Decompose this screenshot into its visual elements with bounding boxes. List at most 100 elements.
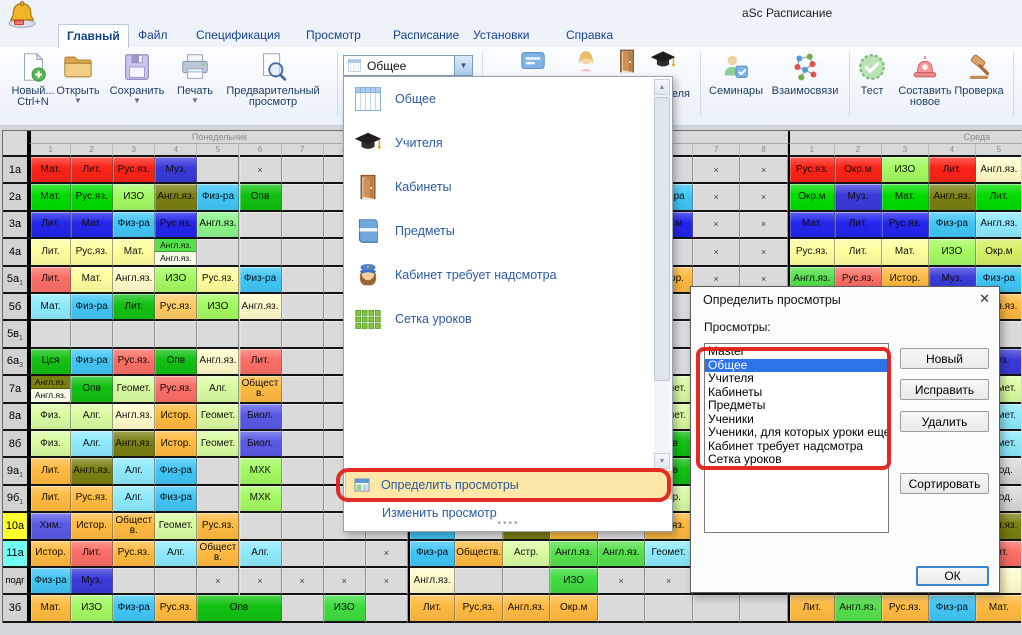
timetable-cell[interactable]: Рус.яз. — [71, 239, 113, 266]
menu-item-lessons-grid[interactable]: Сетка уроков — [345, 297, 656, 341]
timetable-cell[interactable]: Физ-ра — [71, 294, 113, 321]
row-label[interactable]: подг — [3, 568, 29, 595]
timetable-cell[interactable]: Рус.яз. — [71, 486, 113, 513]
timetable-cell[interactable] — [282, 157, 324, 184]
timetable-cell[interactable] — [155, 321, 197, 348]
row-label[interactable]: 3б — [3, 595, 29, 622]
timetable-cell[interactable]: × — [740, 157, 788, 184]
timetable-cell[interactable] — [197, 321, 239, 348]
timetable-cell[interactable]: Геомет. — [155, 513, 197, 540]
timetable-cell[interactable] — [282, 404, 324, 431]
timetable-cell[interactable]: Биол. — [240, 431, 282, 458]
timetable-cell[interactable]: Цся — [29, 349, 71, 376]
timetable-cell[interactable]: Лит. — [408, 595, 456, 622]
timetable-cell[interactable]: Рус.яз. — [882, 212, 929, 239]
timetable-cell[interactable]: Лит. — [71, 157, 113, 184]
timetable-cell[interactable]: Англ.яз. — [240, 294, 282, 321]
timetable-cell[interactable] — [197, 486, 239, 513]
timetable-cell[interactable]: Муз. — [835, 184, 882, 211]
timetable-cell[interactable] — [29, 321, 71, 348]
timetable-cell[interactable] — [282, 595, 324, 622]
timetable-cell[interactable] — [645, 595, 693, 622]
timetable-cell[interactable]: Мат. — [113, 239, 155, 266]
timetable-cell[interactable] — [197, 157, 239, 184]
timetable-cell[interactable]: Рус.яз. — [882, 595, 929, 622]
timetable-cell[interactable]: Физ-ра — [29, 568, 71, 595]
timetable-cell[interactable]: Физ-ра — [408, 541, 456, 568]
timetable-cell[interactable]: Муз. — [71, 568, 113, 595]
row-label[interactable]: 5в1 — [3, 321, 29, 348]
classes-card-icon[interactable] — [519, 47, 547, 75]
menu-item-supervisor-woman[interactable]: Кабинет требует надсмотра — [345, 253, 656, 297]
timetable-cell[interactable]: Опв — [240, 184, 282, 211]
timetable-cell[interactable]: Рус.яз. — [155, 376, 197, 403]
timetable-cell[interactable]: Астр. — [503, 541, 551, 568]
timetable-cell[interactable] — [282, 458, 324, 485]
timetable-cell[interactable]: Алг. — [240, 541, 282, 568]
timetable-cell[interactable]: Хим. — [29, 513, 71, 540]
timetable-cell[interactable]: Рус.яз. — [197, 513, 239, 540]
scroll-up-icon[interactable]: ▲ — [654, 79, 670, 95]
timetable-cell[interactable] — [282, 267, 324, 294]
timetable-cell[interactable]: × — [740, 212, 788, 239]
timetable-cell[interactable]: Англ.яз. — [550, 541, 598, 568]
timetable-cell[interactable]: Истор. — [29, 541, 71, 568]
timetable-cell[interactable]: Лит. — [29, 486, 71, 513]
timetable-cell[interactable]: Алг. — [113, 458, 155, 485]
timetable-cell[interactable]: Физ-ра — [240, 267, 282, 294]
timetable-cell[interactable]: × — [197, 568, 239, 595]
dialog-button-2[interactable]: Исправить — [900, 379, 989, 400]
timetable-cell[interactable]: Рус.яз. — [113, 349, 155, 376]
timetable-cell[interactable]: Алг. — [71, 404, 113, 431]
timetable-cell[interactable] — [282, 486, 324, 513]
timetable-cell[interactable]: Англ.яз. — [408, 568, 456, 595]
timetable-cell[interactable]: ИЗО — [929, 239, 976, 266]
tab-item[interactable]: Расписание — [385, 25, 467, 46]
timetable-cell[interactable]: × — [366, 541, 408, 568]
scroll-down-icon[interactable]: ▼ — [654, 453, 670, 469]
timetable-cell[interactable]: Геомет. — [197, 431, 239, 458]
timetable-cell[interactable] — [366, 595, 408, 622]
combo-dropdown-button[interactable]: ▼ — [454, 56, 472, 75]
timetable-cell[interactable]: Обществ. — [197, 541, 239, 568]
row-label[interactable]: 1а — [3, 157, 29, 184]
timetable-cell[interactable]: Лит. — [29, 212, 71, 239]
timetable-cell[interactable]: ИЗО — [71, 595, 113, 622]
timetable-cell[interactable]: Обществ. — [240, 376, 282, 403]
timetable-cell[interactable]: Англ.яз. — [503, 595, 551, 622]
timetable-cell[interactable] — [740, 595, 788, 622]
timetable-cell[interactable]: Физ-ра — [929, 212, 976, 239]
row-label[interactable]: 8а — [3, 404, 29, 431]
timetable-cell[interactable]: Истор. — [71, 513, 113, 540]
timetable-cell[interactable]: Геомет. — [645, 541, 693, 568]
tab-item[interactable]: Файл — [130, 25, 176, 46]
timetable-cell[interactable]: Рус.яз. — [788, 157, 835, 184]
timetable-cell[interactable]: Англ.яз. — [197, 349, 239, 376]
timetable-cell[interactable]: Англ.яз. — [835, 595, 882, 622]
timetable-cell[interactable] — [282, 294, 324, 321]
timetable-cell[interactable]: Мат. — [29, 184, 71, 211]
sort-button[interactable]: Сортировать — [900, 473, 989, 494]
timetable-cell[interactable]: Мат. — [29, 595, 71, 622]
timetable-cell[interactable]: Рус.яз. — [197, 267, 239, 294]
timetable-cell[interactable]: Англ.яз. — [197, 212, 239, 239]
timetable-cell[interactable]: Рус.яз. — [788, 239, 835, 266]
timetable-cell[interactable]: Рус.яз. — [155, 294, 197, 321]
timetable-cell[interactable] — [282, 239, 324, 266]
timetable-cell[interactable]: × — [240, 157, 282, 184]
timetable-cell[interactable]: Лит. — [835, 212, 882, 239]
timetable-cell[interactable] — [113, 321, 155, 348]
timetable-cell[interactable]: Лит. — [835, 239, 882, 266]
timetable-cell[interactable]: Лит. — [29, 267, 71, 294]
timetable-cell[interactable]: Лит. — [113, 294, 155, 321]
timetable-cell[interactable] — [71, 321, 113, 348]
timetable-cell[interactable] — [693, 595, 741, 622]
timetable-cell[interactable]: Физ-ра — [113, 212, 155, 239]
row-label[interactable]: 9а1 — [3, 458, 29, 485]
tab-item[interactable]: Спецификация — [188, 25, 288, 46]
timetable-cell[interactable] — [282, 349, 324, 376]
timetable-cell[interactable]: Англ.яз. — [598, 541, 646, 568]
timetable-cell[interactable]: Алг. — [197, 376, 239, 403]
timetable-cell[interactable]: × — [324, 568, 366, 595]
timetable-cell[interactable]: Рус.яз. — [113, 541, 155, 568]
